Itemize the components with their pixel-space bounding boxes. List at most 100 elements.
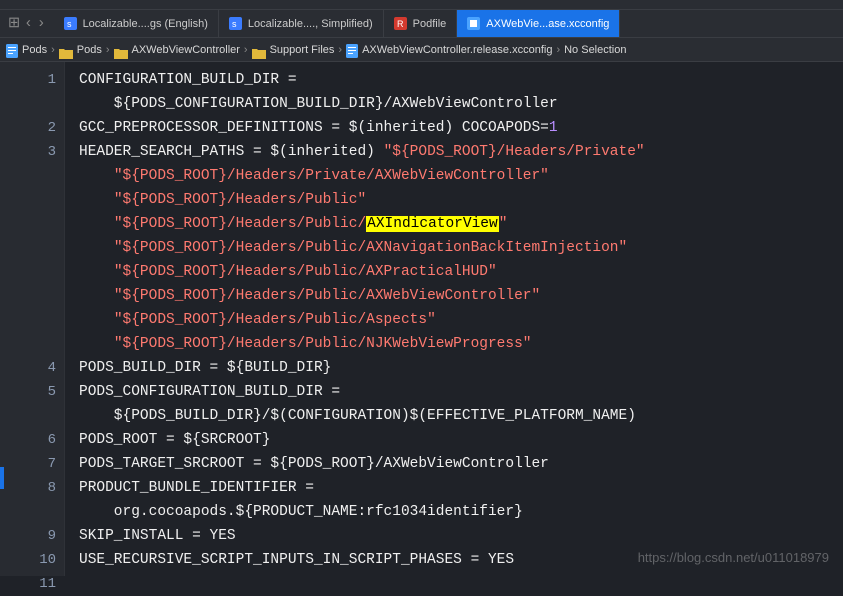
- code-line[interactable]: [79, 572, 843, 576]
- code-token: [79, 312, 114, 328]
- line-number: 3: [0, 140, 56, 164]
- line-number: [0, 404, 56, 428]
- chevron-right-icon: ›: [244, 38, 248, 62]
- code-line[interactable]: CONFIGURATION_BUILD_DIR =: [79, 68, 843, 92]
- folder-icon: [252, 44, 266, 55]
- tab-0[interactable]: s Localizable....gs (English): [54, 10, 219, 37]
- line-number: [0, 500, 56, 524]
- code-line[interactable]: PRODUCT_BUNDLE_IDENTIFIER =: [79, 476, 843, 500]
- code-line[interactable]: PODS_ROOT = ${SRCROOT}: [79, 428, 843, 452]
- code-line[interactable]: PODS_TARGET_SRCROOT = ${PODS_ROOT}/AXWeb…: [79, 452, 843, 476]
- code-line[interactable]: org.cocoapods.${PRODUCT_NAME:rfc1034iden…: [79, 500, 843, 524]
- code-token: PODS_CONFIGURATION_BUILD_DIR =: [79, 384, 340, 400]
- line-number: 9: [0, 524, 56, 548]
- code-line[interactable]: "${PODS_ROOT}/Headers/Public/NJKWebViewP…: [79, 332, 843, 356]
- code-token: [79, 240, 114, 256]
- code-line[interactable]: "${PODS_ROOT}/Headers/Public": [79, 188, 843, 212]
- chevron-right-icon: ›: [556, 38, 560, 62]
- tab-3[interactable]: AXWebVie...ase.xcconfig: [457, 10, 620, 37]
- breadcrumb-item[interactable]: Support Files: [252, 38, 335, 62]
- tab-label: AXWebVie...ase.xcconfig: [486, 12, 609, 36]
- code-token: [79, 216, 114, 232]
- breadcrumb-label: AXWebViewController.release.xcconfig: [362, 38, 552, 62]
- code-token: [79, 264, 114, 280]
- code-line[interactable]: ${PODS_CONFIGURATION_BUILD_DIR}/AXWebVie…: [79, 92, 843, 116]
- nav-back-icon[interactable]: ‹: [24, 12, 33, 36]
- code-line[interactable]: "${PODS_ROOT}/Headers/Public/Aspects": [79, 308, 843, 332]
- code-line[interactable]: "${PODS_ROOT}/Headers/Public/AXPractical…: [79, 260, 843, 284]
- code-line[interactable]: PODS_BUILD_DIR = ${BUILD_DIR}: [79, 356, 843, 380]
- line-number: [0, 92, 56, 116]
- tab-label: Localizable....gs (English): [83, 12, 208, 36]
- code-token: org.cocoapods.${PRODUCT_NAME:rfc1034iden…: [79, 504, 523, 520]
- line-number: 5: [0, 380, 56, 404]
- breadcrumb-item[interactable]: No Selection: [564, 38, 626, 62]
- code-token: ": [499, 216, 508, 232]
- top-toolbar: [0, 0, 843, 10]
- chevron-right-icon: ›: [106, 38, 110, 62]
- code-token: PODS_BUILD_DIR = ${BUILD_DIR}: [79, 360, 331, 376]
- code-token: AXIndicatorView: [366, 216, 499, 232]
- code-token: "${PODS_ROOT}/Headers/Private/AXWebViewC…: [114, 168, 549, 184]
- folder-icon: [114, 44, 128, 55]
- tab-nav-controls: ⊞ ‹ ›: [0, 10, 54, 37]
- code-token: [79, 336, 114, 352]
- line-number: 10: [0, 548, 56, 572]
- line-number: 2: [0, 116, 56, 140]
- code-line[interactable]: "${PODS_ROOT}/Headers/Public/AXNavigatio…: [79, 236, 843, 260]
- code-token: "${PODS_ROOT}/Headers/Public/AXPractical…: [114, 264, 497, 280]
- code-token: 1: [549, 120, 558, 136]
- grid-icon[interactable]: ⊞: [8, 12, 20, 36]
- svg-text:s: s: [232, 19, 237, 29]
- breadcrumb-bar: Pods›Pods›AXWebViewController›Support Fi…: [0, 38, 843, 62]
- breadcrumb-label: Pods: [22, 38, 47, 62]
- code-line[interactable]: "${PODS_ROOT}/Headers/Private/AXWebViewC…: [79, 164, 843, 188]
- xcconfig-file-icon: [467, 17, 480, 30]
- breadcrumb-item[interactable]: AXWebViewController.release.xcconfig: [346, 38, 552, 62]
- breadcrumb-label: AXWebViewController: [132, 38, 240, 62]
- ruby-file-icon: R: [394, 17, 407, 30]
- tab-2[interactable]: RPodfile: [384, 10, 458, 37]
- line-number: [0, 260, 56, 284]
- gutter-marker[interactable]: [0, 467, 4, 489]
- nav-forward-icon[interactable]: ›: [37, 12, 46, 36]
- code-token: ${PODS_CONFIGURATION_BUILD_DIR}/AXWebVie…: [79, 96, 558, 112]
- line-number: 4: [0, 356, 56, 380]
- line-number: [0, 284, 56, 308]
- code-line[interactable]: "${PODS_ROOT}/Headers/Public/AXIndicator…: [79, 212, 843, 236]
- code-token: PRODUCT_BUNDLE_IDENTIFIER =: [79, 480, 314, 496]
- code-token: [79, 192, 114, 208]
- code-line[interactable]: HEADER_SEARCH_PATHS = $(inherited) "${PO…: [79, 140, 843, 164]
- code-token: PODS_TARGET_SRCROOT = ${PODS_ROOT}/AXWeb…: [79, 456, 549, 472]
- code-token: "${PODS_ROOT}/Headers/Public": [114, 192, 366, 208]
- strings-file-icon: s: [229, 17, 242, 30]
- folder-icon: [59, 44, 73, 55]
- file-icon: [6, 43, 18, 57]
- line-number: [0, 188, 56, 212]
- code-area[interactable]: CONFIGURATION_BUILD_DIR = ${PODS_CONFIGU…: [65, 62, 843, 576]
- file-icon: [346, 43, 358, 57]
- line-number: 1: [0, 68, 56, 92]
- code-token: [79, 168, 114, 184]
- line-gutter: 1234567891011: [0, 62, 65, 576]
- code-line[interactable]: PODS_CONFIGURATION_BUILD_DIR =: [79, 380, 843, 404]
- code-line[interactable]: SKIP_INSTALL = YES: [79, 524, 843, 548]
- svg-text:s: s: [67, 19, 72, 29]
- code-token: PODS_ROOT = ${SRCROOT}: [79, 432, 270, 448]
- code-line[interactable]: GCC_PREPROCESSOR_DEFINITIONS = $(inherit…: [79, 116, 843, 140]
- code-token: HEADER_SEARCH_PATHS = $(inherited): [79, 144, 384, 160]
- code-line[interactable]: "${PODS_ROOT}/Headers/Public/AXWebViewCo…: [79, 284, 843, 308]
- line-number: [0, 212, 56, 236]
- breadcrumb-item[interactable]: AXWebViewController: [114, 38, 240, 62]
- chevron-right-icon: ›: [51, 38, 55, 62]
- svg-text:R: R: [397, 19, 404, 29]
- tab-label: Localizable...., Simplified): [248, 12, 373, 36]
- breadcrumb-item[interactable]: Pods: [59, 38, 102, 62]
- code-token: ${PODS_BUILD_DIR}/$(CONFIGURATION)$(EFFE…: [79, 408, 636, 424]
- tab-1[interactable]: s Localizable...., Simplified): [219, 10, 384, 37]
- breadcrumb-item[interactable]: Pods: [6, 38, 47, 62]
- code-line[interactable]: ${PODS_BUILD_DIR}/$(CONFIGURATION)$(EFFE…: [79, 404, 843, 428]
- tab-bar: ⊞ ‹ › s Localizable....gs (English) s Local…: [0, 10, 843, 38]
- line-number: 6: [0, 428, 56, 452]
- line-number: [0, 164, 56, 188]
